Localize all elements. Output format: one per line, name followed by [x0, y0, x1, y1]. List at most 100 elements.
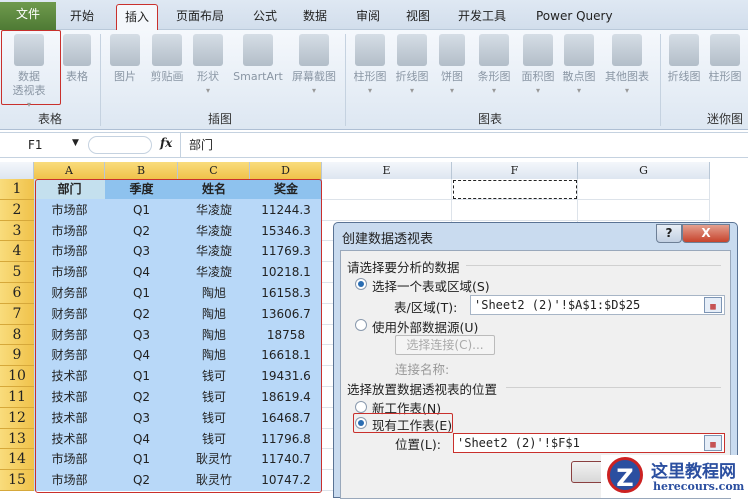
column-header-E[interactable]: E: [322, 162, 452, 179]
tab-7[interactable]: 视图: [398, 4, 438, 30]
ribbon-button-icon: [669, 34, 699, 66]
dropdown-arrow-icon: ▾: [449, 86, 454, 95]
ribbon-button-icon: [152, 34, 182, 66]
column-header-C[interactable]: C: [178, 162, 250, 179]
tab-1[interactable]: 开始: [62, 4, 102, 30]
radio-existing-worksheet[interactable]: [355, 417, 367, 429]
ribbon-button-10[interactable]: 条形图 ▾: [474, 32, 514, 98]
ribbon-button-11[interactable]: 面积图 ▾: [518, 32, 558, 98]
cell-empty[interactable]: [578, 179, 710, 200]
ribbon-button-7[interactable]: 柱形图 ▾: [350, 32, 390, 98]
insert-function-icon[interactable]: fx: [160, 136, 172, 150]
dropdown-arrow-icon: ▾: [409, 86, 414, 95]
watermark-url: herecours.com: [653, 480, 745, 493]
ribbon-button-8[interactable]: 折线图 ▾: [392, 32, 432, 98]
cell-empty[interactable]: [322, 199, 452, 221]
group-label-sparklines: 迷你图: [706, 112, 743, 126]
row-header[interactable]: 13: [0, 428, 34, 450]
row-header[interactable]: 8: [0, 324, 34, 346]
range-input[interactable]: 'Sheet2 (2)'!$A$1:$D$25 ▦: [470, 295, 725, 315]
cell-empty[interactable]: [452, 199, 578, 221]
radio-external-source-label[interactable]: 使用外部数据源(U): [372, 317, 478, 336]
ribbon-button-label: 形状: [197, 70, 219, 83]
ribbon-button-13[interactable]: 其他图表 ▾: [600, 32, 654, 98]
column-header-B[interactable]: B: [105, 162, 178, 179]
ribbon-button-9[interactable]: 饼图 ▾: [436, 32, 468, 98]
choose-connection-button[interactable]: 选择连接(C)...: [395, 335, 495, 355]
ribbon-button-6[interactable]: 屏幕截图 ▾: [288, 32, 340, 98]
help-button[interactable]: ?: [656, 224, 682, 243]
row-header[interactable]: 15: [0, 470, 34, 491]
ribbon-button-label: 剪贴画: [150, 70, 184, 83]
tab-6[interactable]: 审阅: [348, 4, 388, 30]
radio-external-source[interactable]: [355, 319, 367, 331]
radio-select-range[interactable]: [355, 278, 367, 290]
row-header[interactable]: 10: [0, 366, 34, 387]
radio-new-worksheet[interactable]: [355, 401, 367, 413]
cell-empty[interactable]: [322, 179, 452, 200]
tab-5[interactable]: 数据: [295, 4, 335, 30]
ribbon-button-14[interactable]: 折线图: [665, 32, 703, 84]
location-label: 位置(L):: [395, 437, 441, 452]
tab-2[interactable]: 插入: [116, 4, 159, 30]
location-input[interactable]: 'Sheet2 (2)'!$F$1 ▦: [453, 433, 725, 453]
ribbon-button-3[interactable]: 剪贴画: [146, 32, 188, 84]
row-header[interactable]: 3: [0, 220, 34, 242]
ribbon-button-label: 屏幕截图: [292, 70, 336, 83]
range-value: 'Sheet2 (2)'!$A$1:$D$25: [474, 298, 641, 312]
select-all-corner[interactable]: [0, 162, 34, 179]
ribbon-button-icon: [299, 34, 329, 66]
separator: [660, 34, 661, 126]
row-header[interactable]: 7: [0, 303, 34, 325]
close-button[interactable]: X: [682, 224, 730, 243]
tab-3[interactable]: 页面布局: [168, 4, 232, 30]
row-header[interactable]: 1: [0, 179, 34, 200]
row-header[interactable]: 6: [0, 283, 34, 304]
ribbon-button-label: SmartArt: [233, 70, 283, 83]
row-header[interactable]: 5: [0, 262, 34, 283]
watermark: Z 这里教程网 herecours.com: [601, 455, 748, 498]
radio-select-range-label[interactable]: 选择一个表或区域(S): [372, 276, 490, 295]
ribbon-button-icon: [243, 34, 273, 66]
ribbon-button-15[interactable]: 柱形图: [705, 32, 745, 84]
formula-input[interactable]: 部门: [180, 133, 748, 157]
ribbon-button-icon: [710, 34, 740, 66]
tab-8[interactable]: 开发工具: [450, 4, 514, 30]
ribbon-button-2[interactable]: 图片: [107, 32, 143, 84]
dropdown-arrow-icon: ▾: [367, 86, 372, 95]
row-header[interactable]: 4: [0, 241, 34, 263]
ribbon-button-label: 折线图: [667, 70, 701, 83]
column-header-A[interactable]: A: [34, 162, 105, 179]
ribbon-button-label: 折线图: [395, 70, 429, 83]
ribbon-button-1[interactable]: 表格: [60, 32, 94, 84]
ribbon-button-0[interactable]: 数据 透视表 ▾: [2, 32, 56, 112]
row-header[interactable]: 12: [0, 407, 34, 429]
row-header[interactable]: 9: [0, 345, 34, 367]
column-header-G[interactable]: G: [578, 162, 710, 179]
radio-existing-worksheet-label[interactable]: 现有工作表(E): [372, 415, 452, 434]
ribbon-button-icon: [110, 34, 140, 66]
tab-4[interactable]: 公式: [245, 4, 285, 30]
ribbon-button-5[interactable]: SmartArt: [230, 32, 286, 84]
tab-0[interactable]: 文件: [0, 2, 56, 30]
tab-9[interactable]: Power Query: [528, 4, 621, 30]
ribbon-button-12[interactable]: 散点图 ▾: [560, 32, 598, 98]
ribbon-button-4[interactable]: 形状 ▾: [190, 32, 226, 98]
column-header-F[interactable]: F: [452, 162, 578, 179]
row-header[interactable]: 14: [0, 449, 34, 471]
column-header-D[interactable]: D: [250, 162, 322, 179]
cell-empty[interactable]: [578, 199, 710, 221]
location-picker-icon[interactable]: ▦: [704, 435, 722, 451]
ribbon-button-icon: [439, 34, 465, 66]
range-picker-icon[interactable]: ▦: [704, 297, 722, 313]
ribbon-button-label: 条形图: [477, 70, 511, 83]
dropdown-arrow-icon: ▾: [535, 86, 540, 95]
ribbon-button-label: 饼图: [441, 70, 463, 83]
ribbon-button-icon: [397, 34, 427, 66]
ribbon-button-icon: [355, 34, 385, 66]
name-box-dropdown-icon[interactable]: ▼: [72, 138, 79, 148]
row-header[interactable]: 2: [0, 199, 34, 221]
ribbon-insert: 表格 插图 图表 迷你图 数据 透视表 ▾ 表格 图片 剪贴画 形状 ▾ SmartArt 屏幕截…: [0, 30, 748, 130]
row-header[interactable]: 11: [0, 387, 34, 408]
ribbon-button-icon: [564, 34, 594, 66]
